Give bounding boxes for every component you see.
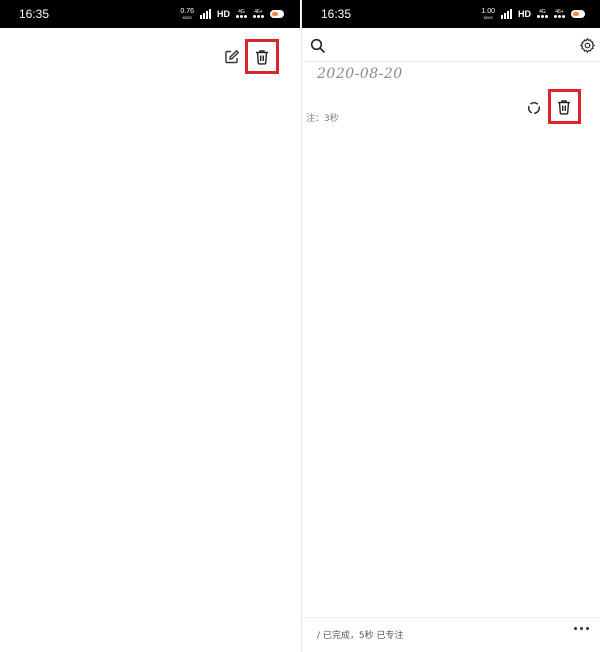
- secondary-signal-indicator: 46+: [554, 10, 565, 18]
- net-speed-unit: KB/S: [182, 15, 192, 20]
- session-note: 注：3秒: [306, 114, 339, 124]
- secondary-signal-indicator: 46+: [253, 10, 264, 18]
- hd-label: HD: [217, 9, 230, 19]
- left-screen: 16:35 0.76 KB/S HD 4G 46+: [0, 0, 300, 652]
- gear-icon: [579, 37, 595, 53]
- status-time: 16:35: [321, 7, 352, 21]
- search-icon: [310, 38, 326, 54]
- status-icons: 1.00 KB/S HD 4G 46+: [481, 8, 585, 20]
- network-indicator: 4G: [537, 10, 548, 18]
- signal-icon: [501, 9, 512, 19]
- right-screen: 16:35 1.00 KB/S HD 4G 46+ 2020-08-20 注：3…: [301, 0, 600, 652]
- search-button[interactable]: [308, 36, 328, 56]
- net-speed-indicator: 1.00 KB/S: [481, 8, 495, 20]
- net-speed-indicator: 0.76 KB/S: [180, 8, 194, 20]
- loading-icon: [527, 101, 541, 115]
- net-speed-value: 1.00: [481, 8, 495, 15]
- status-bar: 16:35 0.76 KB/S HD 4G 46+: [0, 0, 300, 28]
- status-bar: 16:35 1.00 KB/S HD 4G 46+: [302, 0, 600, 28]
- status-time: 16:35: [19, 7, 50, 21]
- secondary-dots-icon: [253, 15, 264, 18]
- status-icons: 0.76 KB/S HD 4G 46+: [180, 8, 284, 20]
- net-speed-unit: KB/S: [483, 15, 493, 20]
- settings-button[interactable]: [577, 35, 597, 55]
- network-dots-icon: [537, 15, 548, 18]
- edit-icon: [225, 49, 240, 64]
- network-dots-icon: [236, 15, 247, 18]
- delete-highlight: [548, 89, 581, 124]
- footer-divider: [302, 617, 600, 618]
- date-heading: 2020-08-20: [317, 66, 403, 82]
- battery-icon: [270, 10, 284, 18]
- more-icon[interactable]: [574, 627, 589, 630]
- net-speed-value: 0.76: [180, 8, 194, 15]
- edit-button[interactable]: [222, 47, 242, 67]
- hd-label: HD: [518, 9, 531, 19]
- signal-icon: [200, 9, 211, 19]
- restart-button[interactable]: [524, 98, 544, 118]
- footer-summary: / 已完成，5秒 已专注: [317, 631, 404, 641]
- battery-icon: [571, 10, 585, 18]
- network-indicator: 4G: [236, 10, 247, 18]
- header-divider: [302, 61, 600, 62]
- secondary-dots-icon: [554, 15, 565, 18]
- delete-highlight: [245, 39, 279, 74]
